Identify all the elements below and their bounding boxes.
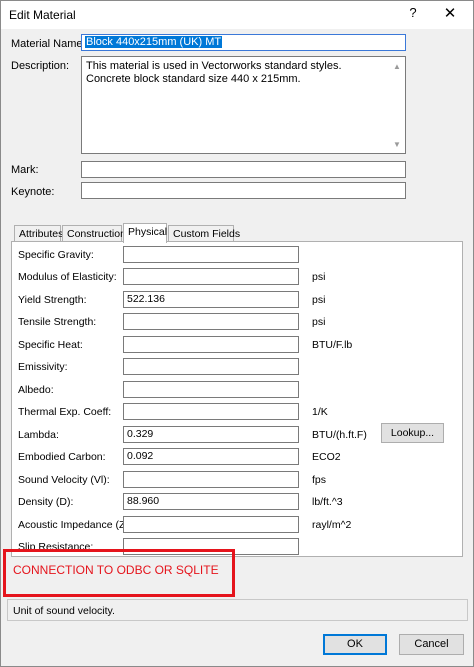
yield-strength-label: Yield Strength: xyxy=(18,294,87,306)
annotation-text: CONNECTION TO ODBC OR SQLITE xyxy=(13,563,219,577)
specific-heat-unit: BTU/F.lb xyxy=(312,339,353,351)
material-name-value: Block 440x215mm (UK) MT xyxy=(85,36,223,48)
description-value: This material is used in Vectorworks sta… xyxy=(86,60,342,85)
tab-attributes[interactable]: Attributes xyxy=(14,225,63,242)
yield-strength-unit: psi xyxy=(312,294,326,306)
modulus-of-elasticity-unit: psi xyxy=(312,271,326,283)
close-button[interactable]: ✕ xyxy=(439,4,461,24)
embodied-carbon-input[interactable]: 0.092 xyxy=(123,448,299,465)
physical-tab-panel: Specific Gravity: Modulus of Elasticity:… xyxy=(11,241,463,557)
tensile-strength-unit: psi xyxy=(312,316,326,328)
density-label: Density (D): xyxy=(18,496,74,508)
tab-custom-fields[interactable]: Custom Fields xyxy=(168,225,240,242)
acoustic-impedance-unit: rayl/m^2 xyxy=(312,519,352,531)
tab-physical[interactable]: Physical xyxy=(123,223,167,243)
acoustic-impedance-input[interactable] xyxy=(123,516,299,533)
density-input[interactable]: 88.960 xyxy=(123,493,299,510)
albedo-label: Albedo: xyxy=(18,384,54,396)
keynote-label: Keynote: xyxy=(11,186,55,198)
lookup-button[interactable]: Lookup... xyxy=(381,423,444,443)
scroll-up-icon[interactable]: ▲ xyxy=(391,60,403,72)
ok-button[interactable]: OK xyxy=(323,634,387,655)
description-textarea[interactable]: This material is used in Vectorworks sta… xyxy=(81,56,406,154)
help-button[interactable]: ? xyxy=(405,5,421,23)
embodied-carbon-unit: ECO2 xyxy=(312,451,341,463)
mark-input[interactable] xyxy=(81,161,406,178)
emissivity-input[interactable] xyxy=(123,358,299,375)
hint-text: Unit of sound velocity. xyxy=(13,605,115,617)
sound-velocity-input[interactable] xyxy=(123,471,299,488)
albedo-input[interactable] xyxy=(123,381,299,398)
dialog-title: Edit Material xyxy=(9,8,76,22)
material-name-input[interactable]: Block 440x215mm (UK) MT xyxy=(81,34,406,51)
keynote-input[interactable] xyxy=(81,182,406,199)
modulus-of-elasticity-label: Modulus of Elasticity: xyxy=(18,271,117,283)
sound-velocity-unit: fps xyxy=(312,474,327,486)
cancel-button[interactable]: Cancel xyxy=(399,634,464,655)
yield-strength-input[interactable]: 522.136 xyxy=(123,291,299,308)
tensile-strength-input[interactable] xyxy=(123,313,299,330)
sound-velocity-label: Sound Velocity (Vl): xyxy=(18,474,110,486)
tensile-strength-label: Tensile Strength: xyxy=(18,316,97,328)
specific-gravity-label: Specific Gravity: xyxy=(18,249,94,261)
specific-gravity-input[interactable] xyxy=(123,246,299,263)
material-name-label: Material Name: xyxy=(11,38,86,50)
embodied-carbon-label: Embodied Carbon: xyxy=(18,451,106,463)
specific-heat-label: Specific Heat: xyxy=(18,339,83,351)
scroll-down-icon[interactable]: ▼ xyxy=(391,138,403,150)
mark-label: Mark: xyxy=(11,164,39,176)
lambda-input[interactable]: 0.329 xyxy=(123,426,299,443)
description-label: Description: xyxy=(11,60,70,72)
acoustic-impedance-label: Acoustic Impedance (Z): xyxy=(18,519,132,531)
tab-construction[interactable]: Construction xyxy=(62,225,126,242)
specific-heat-input[interactable] xyxy=(123,336,299,353)
density-unit: lb/ft.^3 xyxy=(312,496,343,508)
title-bar: Edit Material ? ✕ xyxy=(1,1,473,29)
lambda-label: Lambda: xyxy=(18,429,59,441)
thermal-exp-coeff-unit: 1/K xyxy=(312,406,328,418)
emissivity-label: Emissivity: xyxy=(18,361,68,373)
edit-material-dialog: Edit Material ? ✕ Material Name: Block 4… xyxy=(0,0,474,667)
thermal-exp-coeff-input[interactable] xyxy=(123,403,299,420)
modulus-of-elasticity-input[interactable] xyxy=(123,268,299,285)
thermal-exp-coeff-label: Thermal Exp. Coeff: xyxy=(18,406,112,418)
lambda-unit: BTU/(h.ft.F) xyxy=(312,429,367,441)
